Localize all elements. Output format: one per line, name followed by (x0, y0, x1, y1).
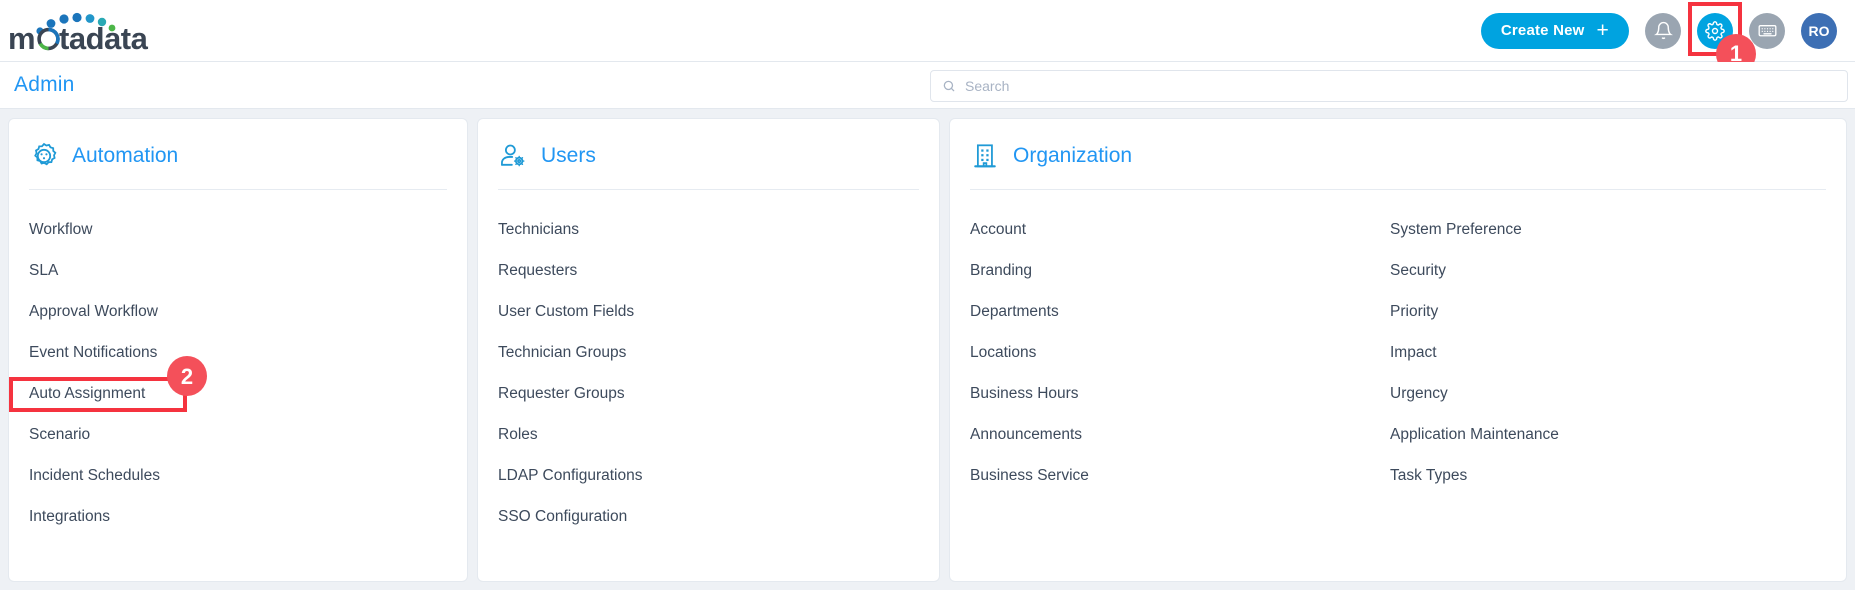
card-organization-list-col1: Account Branding Departments Locations B… (950, 190, 1370, 496)
create-new-button[interactable]: Create New + (1480, 12, 1629, 49)
bell-icon (1653, 21, 1673, 40)
list-item-sso-configuration[interactable]: SSO Configuration (498, 496, 939, 537)
motadata-logo[interactable]: m tadata (6, 3, 176, 59)
list-item-event-notifications[interactable]: Event Notifications (29, 332, 467, 373)
list-item-scenario[interactable]: Scenario (29, 414, 467, 455)
list-item-task-types[interactable]: Task Types (1390, 455, 1559, 496)
building-icon (974, 144, 996, 168)
svg-text:m: m (8, 21, 35, 56)
admin-cards-container: Automation Workflow SLA Approval Workflo… (0, 109, 1855, 590)
card-users-header: Users (478, 119, 939, 171)
gear-icon (1705, 20, 1725, 41)
user-avatar[interactable]: RO (1801, 12, 1837, 49)
list-item-workflow[interactable]: Workflow (29, 209, 467, 250)
card-automation: Automation Workflow SLA Approval Workflo… (8, 118, 468, 582)
list-item-urgency[interactable]: Urgency (1390, 373, 1559, 414)
list-item-system-preference[interactable]: System Preference (1390, 209, 1559, 250)
header-actions: Create New + 1 RO (1480, 1, 1855, 74)
search-placeholder: Search (965, 78, 1010, 94)
settings-button-slot: 1 (1688, 1, 1756, 74)
card-organization-header: Organization (950, 119, 1846, 171)
list-item-departments[interactable]: Departments (970, 291, 1370, 332)
card-organization-list-col2: System Preference Security Priority Impa… (1370, 190, 1559, 496)
top-header-bar: m tadata Create New + 1 RO (0, 0, 1855, 74)
card-automation-title: Automation (72, 144, 179, 167)
list-item-incident-schedules[interactable]: Incident Schedules (29, 455, 467, 496)
card-organization-title: Organization (1013, 144, 1133, 167)
list-item-branding[interactable]: Branding (970, 250, 1370, 291)
svg-text:tadata: tadata (59, 21, 149, 56)
list-item-auto-assignment-wrap: Auto Assignment 2 (9, 356, 467, 414)
card-organization: Organization Account Branding Department… (949, 118, 1847, 582)
logo-artwork: m tadata (8, 12, 149, 56)
list-item-priority[interactable]: Priority (1390, 291, 1559, 332)
list-item-sla[interactable]: SLA (29, 250, 467, 291)
list-item-user-custom-fields[interactable]: User Custom Fields (498, 291, 939, 332)
user-gear-icon (501, 144, 525, 167)
keyboard-icon (1758, 25, 1776, 37)
list-item-technician-groups[interactable]: Technician Groups (498, 332, 939, 373)
list-item-ldap-configurations[interactable]: LDAP Configurations (498, 455, 939, 496)
list-item-locations[interactable]: Locations (970, 332, 1370, 373)
search-input[interactable]: Search (930, 70, 1848, 102)
list-item-business-hours[interactable]: Business Hours (970, 373, 1370, 414)
automation-gear-icon (34, 142, 57, 166)
page-title: Admin (14, 73, 75, 96)
settings-button[interactable] (1697, 12, 1733, 49)
card-automation-header: Automation (9, 119, 467, 171)
search-icon (943, 80, 955, 92)
notifications-button[interactable] (1645, 12, 1681, 49)
auto-assignment-highlight: Auto Assignment 2 (9, 356, 207, 414)
card-users-title: Users (541, 144, 596, 167)
card-automation-list: Workflow SLA Approval Workflow Event Not… (9, 190, 467, 537)
list-item-approval-workflow[interactable]: Approval Workflow (29, 291, 467, 332)
list-item-impact[interactable]: Impact (1390, 332, 1559, 373)
list-item-roles[interactable]: Roles (498, 414, 939, 455)
list-item-security[interactable]: Security (1390, 250, 1559, 291)
sub-header-bar: Admin Search (0, 62, 1855, 109)
list-item-announcements[interactable]: Announcements (970, 414, 1370, 455)
list-item-auto-assignment[interactable]: Auto Assignment (29, 385, 145, 402)
list-item-business-service[interactable]: Business Service (970, 455, 1370, 496)
list-item-application-maintenance[interactable]: Application Maintenance (1390, 414, 1559, 455)
card-organization-columns: Account Branding Departments Locations B… (950, 190, 1846, 496)
list-item-account[interactable]: Account (970, 209, 1370, 250)
list-item-technicians[interactable]: Technicians (498, 209, 939, 250)
list-item-integrations[interactable]: Integrations (29, 496, 467, 537)
card-users-list: Technicians Requesters User Custom Field… (478, 190, 939, 537)
list-item-requesters[interactable]: Requesters (498, 250, 939, 291)
create-new-label: Create New (1500, 22, 1585, 39)
list-item-requester-groups[interactable]: Requester Groups (498, 373, 939, 414)
keyboard-shortcuts-button[interactable] (1749, 12, 1785, 49)
plus-icon: + (1596, 19, 1609, 42)
card-users: Users Technicians Requesters User Custom… (477, 118, 940, 582)
